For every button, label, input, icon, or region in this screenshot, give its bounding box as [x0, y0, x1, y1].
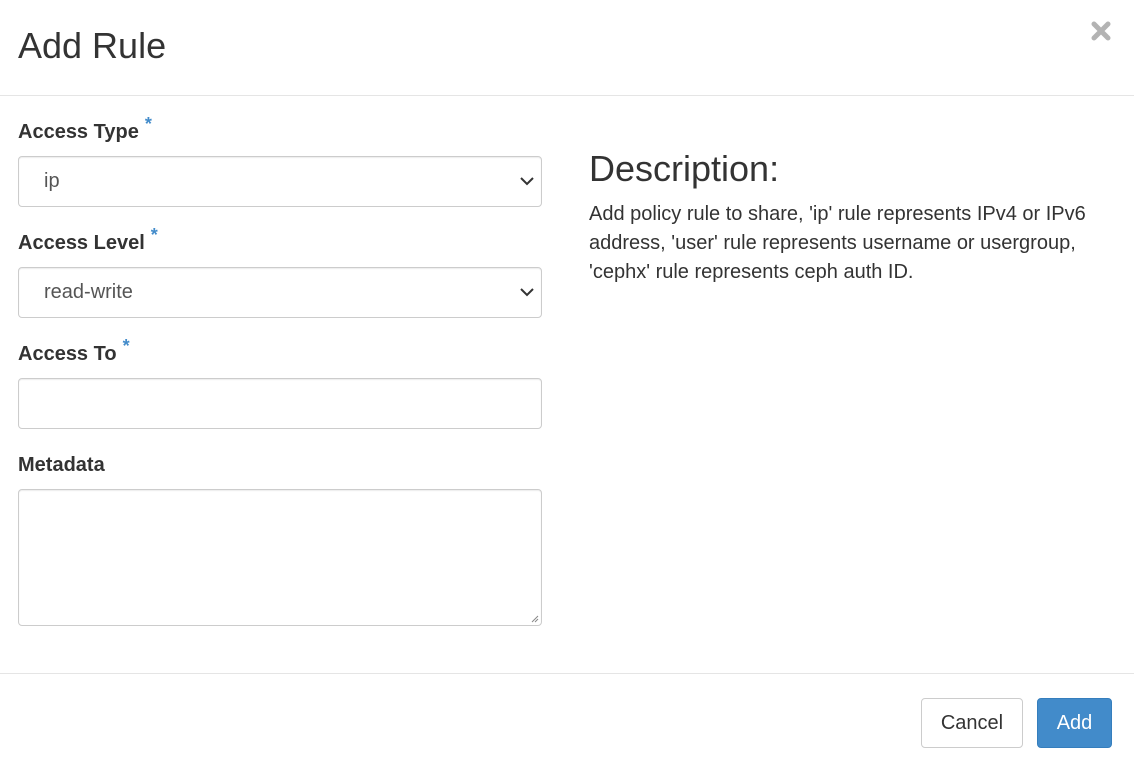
- access-type-label: Access Type *: [18, 114, 542, 146]
- access-level-label-text: Access Level: [18, 232, 145, 254]
- cancel-button[interactable]: Cancel: [921, 698, 1023, 748]
- access-type-label-text: Access Type: [18, 121, 139, 143]
- access-level-select[interactable]: read-write: [18, 267, 542, 318]
- access-to-label: Access To *: [18, 336, 542, 368]
- access-type-value: ip: [44, 170, 60, 192]
- close-button[interactable]: [1084, 14, 1118, 48]
- access-to-input[interactable]: [18, 378, 542, 429]
- modal-header: Add Rule: [0, 0, 1134, 96]
- metadata-label-text: Metadata: [18, 454, 105, 476]
- modal-body: Access Type * ip Access Level * read-write: [0, 96, 1134, 673]
- required-marker: *: [150, 225, 158, 245]
- access-level-label: Access Level *: [18, 225, 542, 257]
- modal-footer: Cancel Add: [0, 673, 1134, 768]
- description-title: Description:: [589, 148, 780, 189]
- close-icon: [1091, 21, 1111, 41]
- access-to-label-text: Access To: [18, 343, 117, 365]
- metadata-textarea[interactable]: [18, 489, 542, 626]
- access-type-select[interactable]: ip: [18, 156, 542, 207]
- chevron-down-icon: [520, 177, 534, 186]
- access-type-group: Access Type * ip: [18, 114, 542, 207]
- resize-grip-icon[interactable]: [529, 613, 539, 623]
- required-marker: *: [122, 336, 130, 356]
- modal-title: Add Rule: [18, 25, 167, 66]
- access-level-group: Access Level * read-write: [18, 225, 542, 318]
- access-to-group: Access To *: [18, 336, 542, 429]
- add-rule-modal: Add Rule Access Type * ip Access Level *…: [0, 0, 1134, 768]
- metadata-label: Metadata: [18, 453, 542, 479]
- access-level-value: read-write: [44, 281, 133, 303]
- chevron-down-icon: [520, 288, 534, 297]
- required-marker: *: [144, 114, 152, 134]
- metadata-group: Metadata: [18, 453, 542, 626]
- description-text: Add policy rule to share, 'ip' rule repr…: [589, 203, 1086, 283]
- add-button[interactable]: Add: [1037, 698, 1112, 748]
